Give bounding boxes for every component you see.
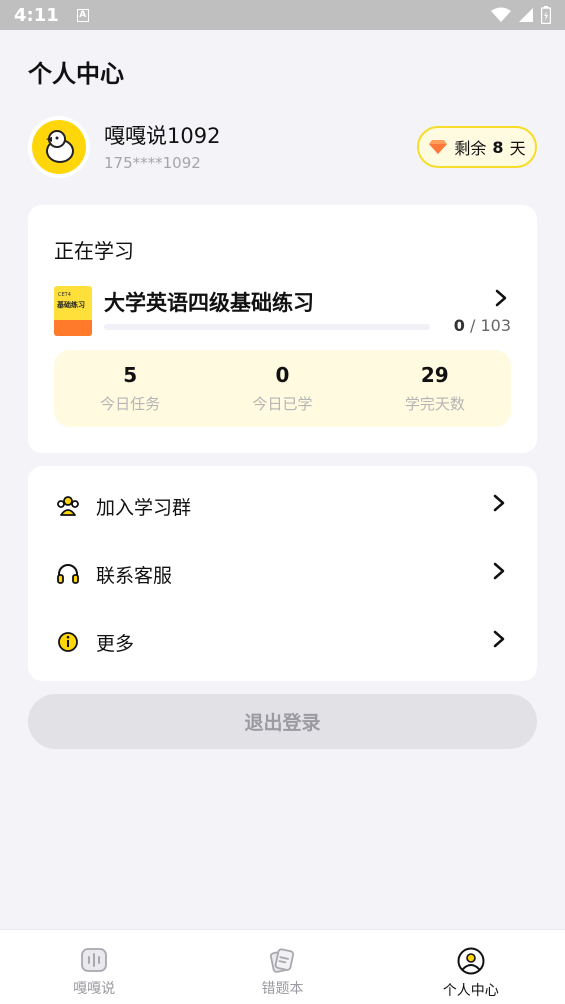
menu-item-contact-support[interactable]: 联系客服 <box>28 540 537 608</box>
stat-label: 今日已学 <box>252 395 313 413</box>
phone-number: 175****1092 <box>104 154 201 172</box>
study-stats: 5 今日任务 0 今日已学 29 学完天数 <box>54 350 511 427</box>
course-cover[interactable]: CET4 基础练习 <box>54 286 92 336</box>
stat-value: 0 <box>275 363 290 387</box>
profile-header: 嘎嘎说1092 175****1092 剩余 8 天 <box>28 116 537 180</box>
stat-today-learned: 0 今日已学 <box>206 350 358 427</box>
vip-days: 8 <box>492 137 504 157</box>
menu-item-label: 联系客服 <box>96 564 173 587</box>
tab-gagashuo[interactable]: 嘎嘎说 <box>0 930 188 1004</box>
tab-mistake-notebook[interactable]: 错题本 <box>188 930 376 1004</box>
notebook-icon <box>270 948 295 973</box>
group-icon <box>56 494 80 518</box>
menu-card: 加入学习群 联系客服 更多 <box>28 466 537 681</box>
audio-wave-icon <box>81 948 108 972</box>
stat-value: 29 <box>420 363 449 387</box>
avatar[interactable] <box>28 116 90 178</box>
cover-title-text: 基础练习 <box>57 301 85 309</box>
stat-label: 今日任务 <box>100 395 161 413</box>
duck-avatar-icon <box>32 120 86 174</box>
page-title: 个人中心 <box>28 60 124 88</box>
stat-value: 5 <box>123 363 138 387</box>
diamond-icon <box>429 140 448 154</box>
menu-item-label: 加入学习群 <box>96 496 192 519</box>
status-bar: 4:11 A <box>0 0 565 30</box>
current-study-card: 正在学习 CET4 基础练习 大学英语四级基础练习 0 / 103 5 今日任务… <box>28 205 537 453</box>
tab-label: 个人中心 <box>442 983 499 999</box>
status-time: 4:11 <box>14 4 59 26</box>
course-progress-bar <box>104 324 430 330</box>
chevron-right-icon <box>493 562 505 580</box>
cover-small-text: CET4 <box>58 292 71 298</box>
bottom-tab-bar: 嘎嘎说 错题本 个人中心 <box>0 929 565 1004</box>
profile-icon <box>457 947 485 975</box>
menu-item-join-group[interactable]: 加入学习群 <box>28 472 537 540</box>
stat-today-tasks: 5 今日任务 <box>54 350 206 427</box>
vip-prefix: 剩余 <box>454 139 487 158</box>
menu-item-more[interactable]: 更多 <box>28 608 537 676</box>
chevron-right-icon <box>493 494 505 512</box>
course-progress-text: 0 / 103 <box>454 316 511 335</box>
stat-label: 学完天数 <box>404 395 465 413</box>
study-section-title: 正在学习 <box>54 239 134 263</box>
wifi-icon <box>491 7 511 22</box>
course-name[interactable]: 大学英语四级基础练习 <box>104 287 314 317</box>
vip-remaining-badge[interactable]: 剩余 8 天 <box>417 126 537 168</box>
username: 嘎嘎说1092 <box>104 124 221 148</box>
chevron-right-icon[interactable] <box>495 289 507 307</box>
progress-total: 103 <box>480 316 511 335</box>
progress-current: 0 <box>453 316 465 335</box>
info-icon <box>56 630 80 654</box>
signal-icon <box>519 8 533 22</box>
vip-suffix: 天 <box>509 139 526 158</box>
tab-label: 嘎嘎说 <box>73 981 116 997</box>
chevron-right-icon <box>493 630 505 648</box>
tab-label: 错题本 <box>261 981 304 997</box>
tab-profile[interactable]: 个人中心 <box>377 930 565 1004</box>
battery-icon <box>541 6 551 24</box>
logout-button[interactable]: 退出登录 <box>28 694 537 749</box>
progress-separator: / <box>469 316 476 335</box>
notification-icon: A <box>76 8 89 22</box>
menu-item-label: 更多 <box>96 632 135 655</box>
stat-finish-days: 29 学完天数 <box>359 350 511 427</box>
status-icons <box>491 6 551 24</box>
headset-icon <box>56 562 80 586</box>
